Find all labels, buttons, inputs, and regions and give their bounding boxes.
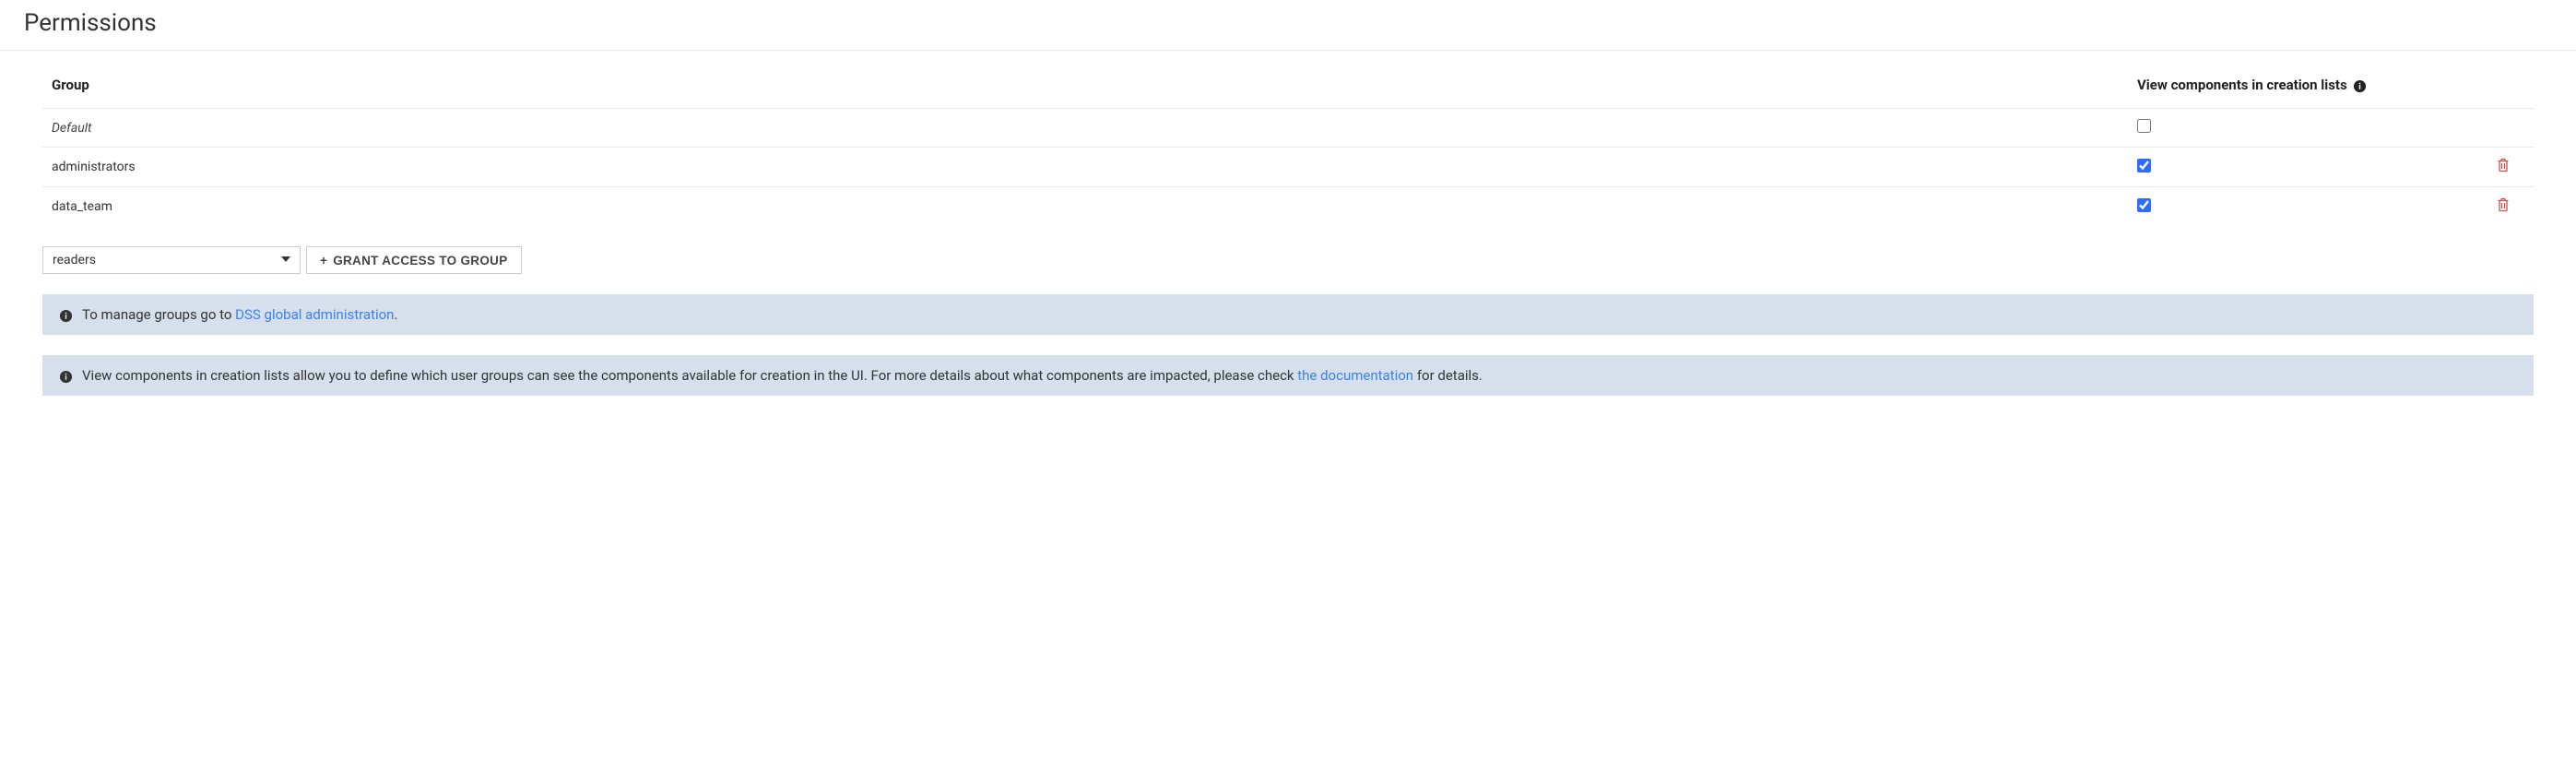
documentation-link[interactable]: the documentation — [1297, 367, 1413, 384]
group-select[interactable]: readers — [42, 246, 301, 274]
view-components-checkbox[interactable] — [2137, 159, 2151, 172]
view-components-checkbox[interactable] — [2137, 119, 2151, 133]
permissions-table: Group View components in creation lists … — [42, 69, 2534, 226]
view-checkbox-cell — [2128, 148, 2441, 187]
grant-controls: readers + GRANT ACCESS TO GROUP — [42, 246, 2534, 274]
dss-admin-link[interactable]: DSS global administration — [235, 306, 394, 323]
group-select-value: readers — [53, 253, 96, 268]
plus-icon: + — [320, 254, 327, 268]
col-header-view: View components in creation lists — [2128, 69, 2441, 109]
banner-text-suffix: for details. — [1413, 367, 1483, 384]
col-header-group: Group — [42, 69, 2128, 109]
col-header-view-label: View components in creation lists — [2137, 77, 2347, 93]
table-row: data_team — [42, 187, 2534, 227]
view-checkbox-cell — [2128, 187, 2441, 227]
group-name-cell: Default — [42, 109, 2128, 148]
delete-cell — [2441, 148, 2534, 187]
trash-icon[interactable] — [2497, 158, 2510, 176]
banner-text: View components in creation lists allow … — [82, 367, 1483, 384]
view-components-checkbox[interactable] — [2137, 198, 2151, 212]
delete-cell — [2441, 187, 2534, 227]
banner-text-prefix: To manage groups go to — [82, 306, 235, 323]
page-title: Permissions — [0, 0, 2576, 51]
delete-cell — [2441, 109, 2534, 148]
view-checkbox-cell — [2128, 109, 2441, 148]
grant-button-label: GRANT ACCESS TO GROUP — [333, 254, 507, 268]
manage-groups-banner: To manage groups go to DSS global admini… — [42, 294, 2534, 335]
trash-icon[interactable] — [2497, 197, 2510, 216]
table-row: Default — [42, 109, 2534, 148]
info-icon — [59, 367, 73, 384]
banner-text-suffix: . — [394, 306, 397, 323]
info-icon — [59, 306, 73, 323]
view-components-banner: View components in creation lists allow … — [42, 355, 2534, 396]
banner-text: To manage groups go to DSS global admini… — [82, 306, 397, 323]
banner-text-prefix: View components in creation lists allow … — [82, 367, 1297, 384]
info-icon[interactable] — [2353, 77, 2367, 93]
caret-down-icon — [281, 253, 290, 268]
col-header-actions — [2441, 69, 2534, 109]
group-name-cell: administrators — [42, 148, 2128, 187]
table-row: administrators — [42, 148, 2534, 187]
grant-access-button[interactable]: + GRANT ACCESS TO GROUP — [306, 246, 522, 274]
permissions-panel: Group View components in creation lists … — [0, 51, 2576, 414]
group-name-cell: data_team — [42, 187, 2128, 227]
